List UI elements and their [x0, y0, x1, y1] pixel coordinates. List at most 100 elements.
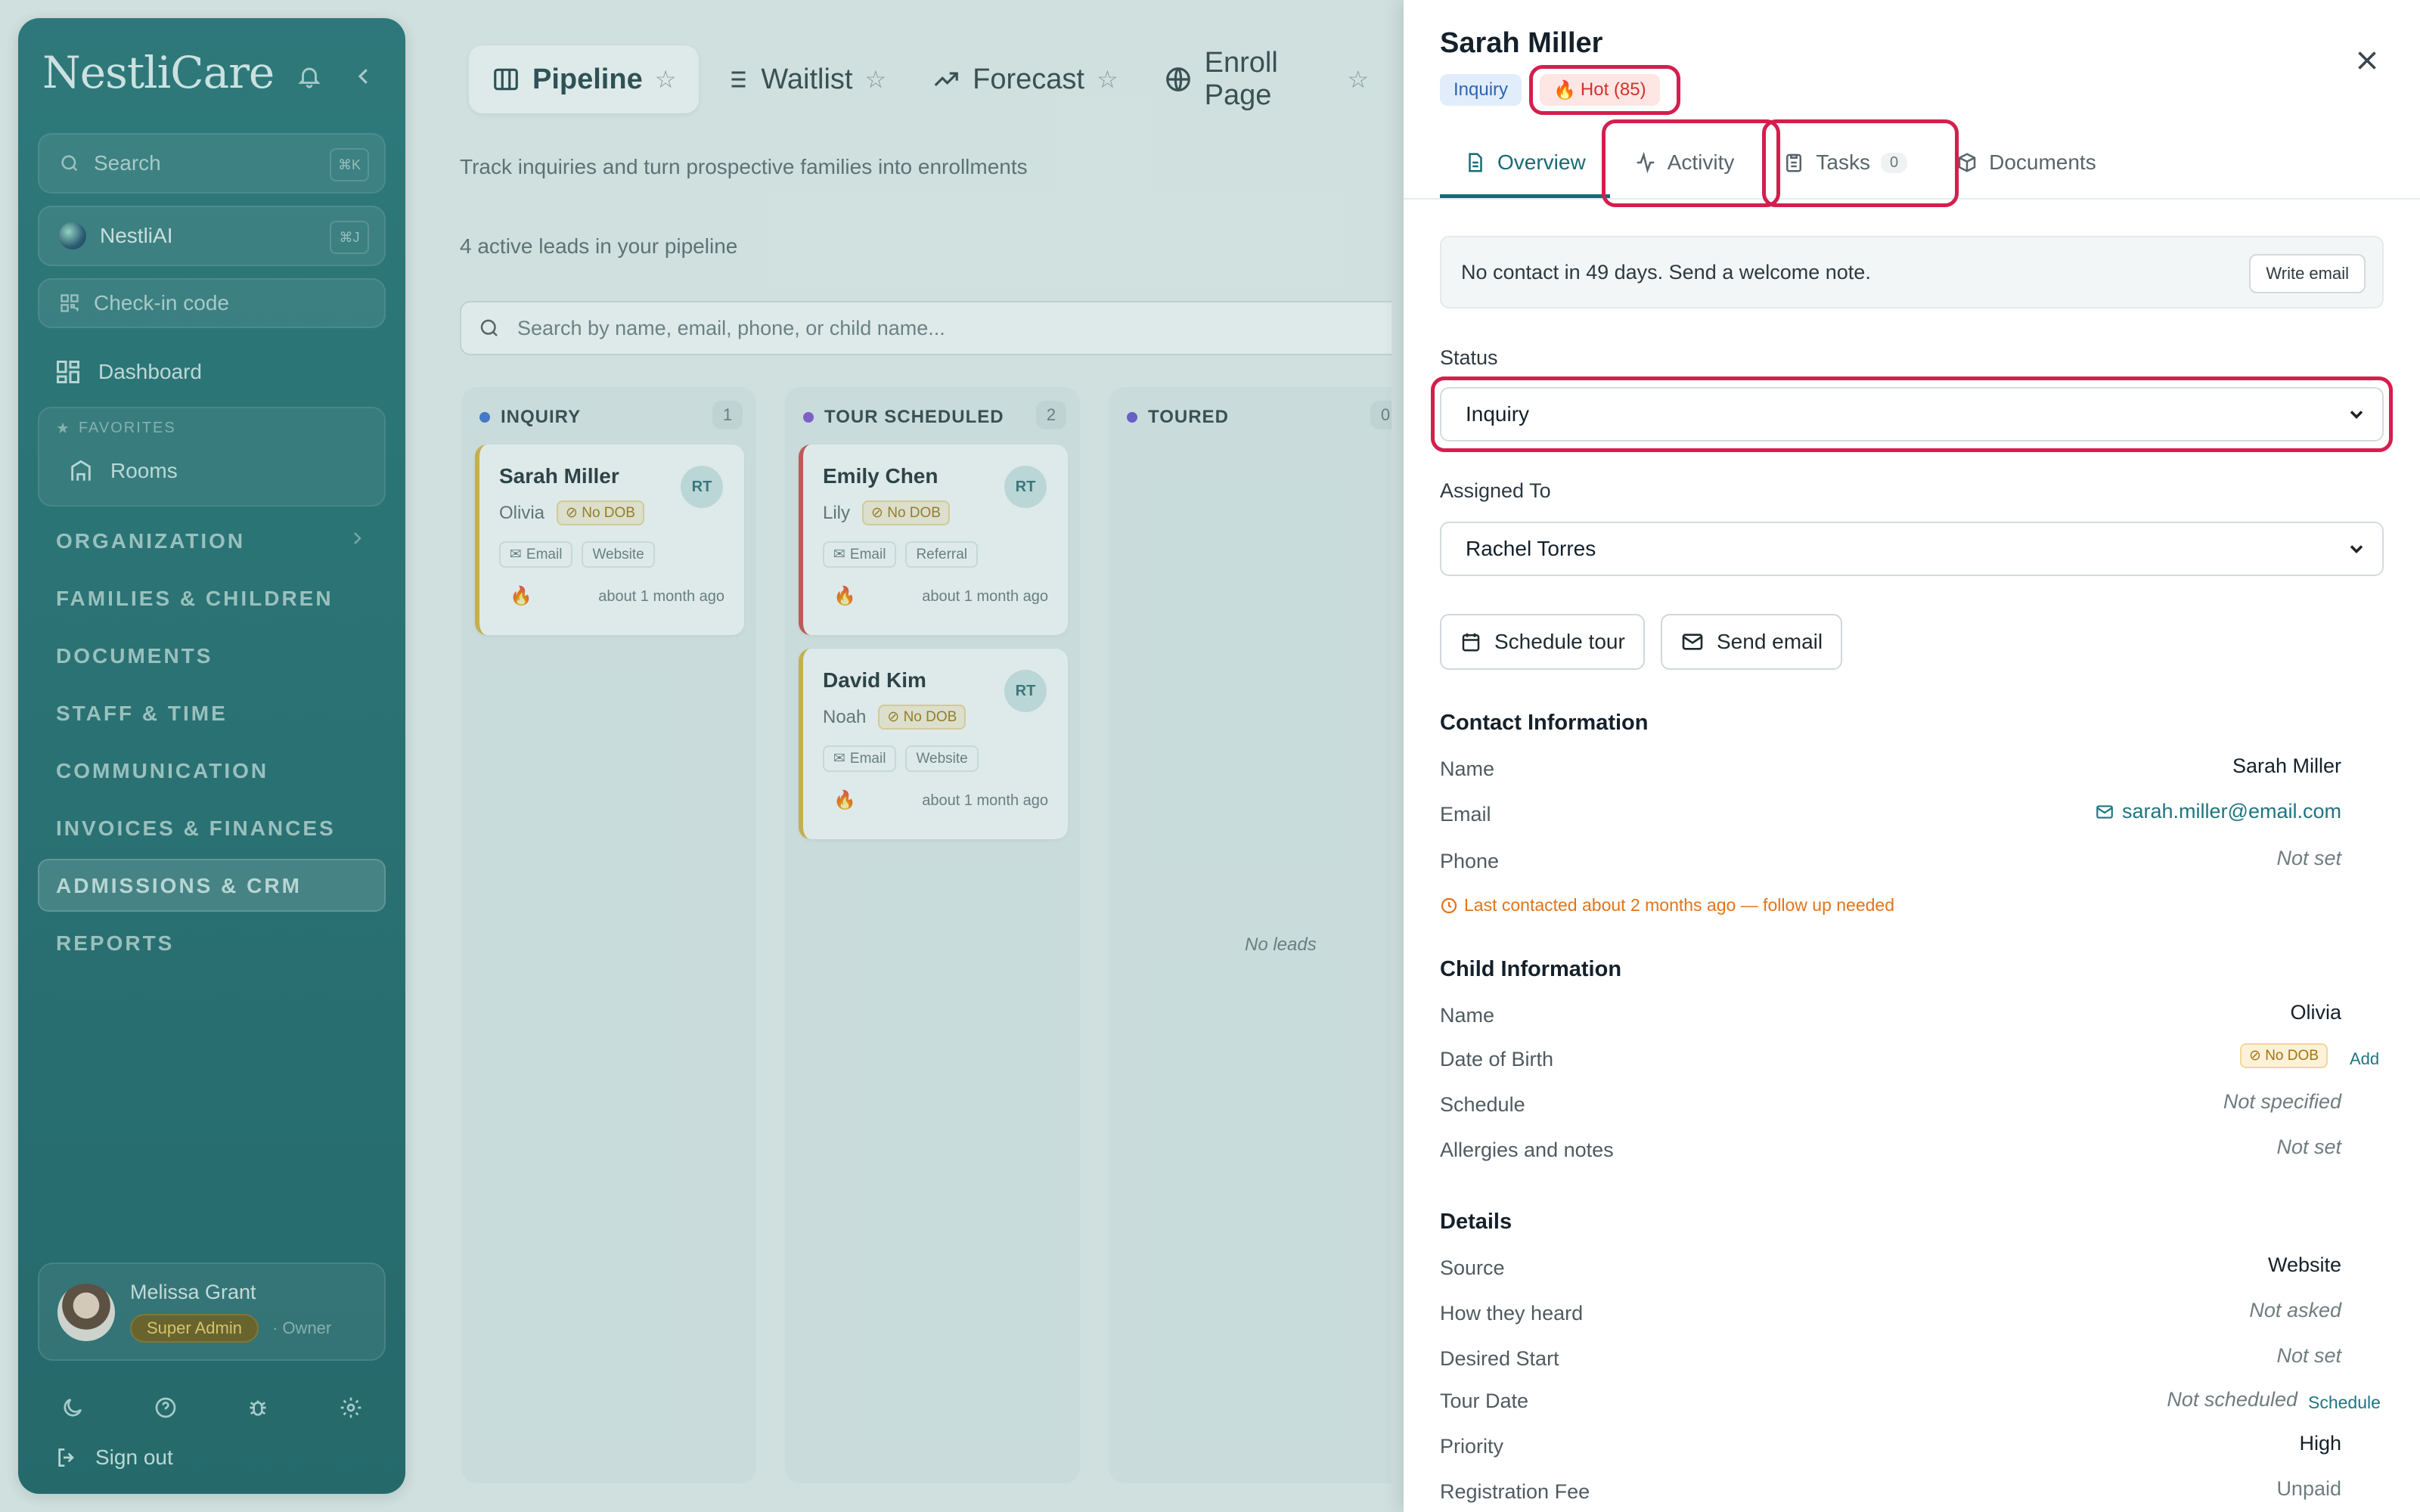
column-title: TOUR SCHEDULED	[824, 407, 1004, 427]
checkin-code-button[interactable]: Check-in code	[38, 278, 386, 328]
sidebar-section-admissions[interactable]: ADMISSIONS & CRM	[56, 874, 302, 898]
main-content: Pipeline ☆ Waitlist ☆ Forecast ☆ Enroll …	[424, 0, 1392, 1512]
contact-phone-key: Phone	[1440, 850, 1500, 872]
calendar-off-icon: ⊘	[2249, 1048, 2266, 1064]
fire-icon: 🔥	[1553, 79, 1576, 101]
tab-enroll-page[interactable]: Enroll Page ☆	[1141, 45, 1392, 113]
empty-column-text: No leads	[1245, 934, 1317, 955]
star-outline-icon[interactable]: ☆	[864, 65, 886, 94]
moon-icon[interactable]	[60, 1396, 85, 1420]
lead-search-input[interactable]: Search by name, email, phone, or child n…	[460, 301, 1392, 355]
sidebar-section-invoices[interactable]: INVOICES & FINANCES	[56, 816, 336, 841]
fire-icon: 🔥	[833, 790, 856, 810]
package-icon	[1956, 151, 1978, 174]
calendar-off-icon: ⊘	[871, 505, 888, 521]
assigned-label: Assigned To	[1440, 479, 1551, 502]
lead-card-david[interactable]: David Kim Noah ⊘ No DOB ✉ Email Website RT …	[799, 649, 1068, 839]
column-count: 2	[1036, 401, 1066, 429]
assigned-select[interactable]: Rachel Torres	[1440, 522, 2384, 576]
tag-email: ✉ Email	[823, 541, 897, 568]
contact-email-link[interactable]: sarah.miller@email.com	[2095, 800, 2341, 823]
add-dob-link[interactable]: Add	[2350, 1049, 2379, 1069]
calendar-off-icon: ⊘	[566, 505, 582, 521]
sidebar-item-dashboard[interactable]: Dashboard	[54, 358, 202, 386]
status-select[interactable]: Inquiry	[1440, 387, 2384, 442]
sidebar-item-rooms[interactable]: Rooms	[68, 458, 178, 484]
gear-icon[interactable]	[339, 1396, 363, 1420]
list-icon	[721, 66, 749, 93]
child-name: Lily	[823, 502, 851, 523]
send-email-label: Send email	[1717, 630, 1823, 653]
schedule-tour-link[interactable]: Schedule	[2308, 1393, 2381, 1413]
lead-name: Emily Chen	[823, 464, 939, 488]
tab-pipeline[interactable]: Pipeline ☆	[469, 45, 700, 113]
user-name: Melissa Grant	[130, 1281, 256, 1303]
tab-overview-label: Overview	[1497, 150, 1586, 174]
no-dob-badge: ⊘ No DOB	[2240, 1043, 2328, 1068]
child-name: Noah	[823, 706, 867, 727]
lead-card-sarah[interactable]: Sarah Miller Olivia ⊘ No DOB ✉ Email Websit…	[475, 445, 744, 635]
tab-activity-label: Activity	[1667, 150, 1735, 174]
schedule-tour-label: Schedule tour	[1494, 630, 1625, 653]
sidebar-search[interactable]: Search ⌘K	[38, 133, 386, 194]
chevron-right-icon[interactable]	[348, 529, 366, 547]
star-outline-icon[interactable]: ☆	[655, 65, 677, 94]
sidebar-section-organization[interactable]: ORGANIZATION	[56, 529, 245, 553]
column-tour-scheduled: TOUR SCHEDULED 2 Emily Chen Lily ⊘ No DOB…	[785, 387, 1080, 1483]
tab-pipeline-label: Pipeline	[532, 63, 643, 95]
close-icon[interactable]	[2353, 47, 2381, 74]
sign-out-button[interactable]: Sign out	[54, 1445, 173, 1470]
sidebar-section-staff[interactable]: STAFF & TIME	[56, 702, 228, 726]
tab-documents[interactable]: Documents	[1931, 127, 2121, 198]
tab-tasks[interactable]: Tasks 0	[1758, 127, 1931, 198]
tab-forecast[interactable]: Forecast ☆	[909, 45, 1141, 113]
child-name-value: Olivia	[2290, 1001, 2341, 1024]
sidebar-section-documents[interactable]: DOCUMENTS	[56, 644, 213, 668]
help-icon[interactable]	[154, 1396, 178, 1420]
sidebar-section-families[interactable]: FAMILIES & CHILDREN	[56, 587, 334, 611]
search-shortcut: ⌘K	[330, 148, 369, 181]
send-email-button[interactable]: Send email	[1661, 614, 1843, 670]
favorites-group: ★ FAVORITES Rooms	[38, 407, 386, 507]
sidebar-search-label: Search	[94, 151, 161, 175]
tag-email-label: Email	[526, 546, 563, 562]
user-profile[interactable]: Melissa Grant Super Admin · Owner	[38, 1263, 386, 1361]
tag-source: Website	[905, 745, 979, 772]
assigned-select-value: Rachel Torres	[1466, 537, 1596, 560]
bell-icon[interactable]	[296, 64, 322, 89]
write-email-button[interactable]: Write email	[2249, 254, 2366, 293]
tab-waitlist[interactable]: Waitlist ☆	[699, 45, 909, 113]
sidebar-section-reports[interactable]: REPORTS	[56, 931, 174, 956]
child-name: Olivia	[499, 502, 545, 523]
lead-name: Sarah Miller	[499, 464, 619, 488]
lead-count: 4 active leads in your pipeline	[460, 234, 738, 258]
details-section-title: Details	[1440, 1210, 1512, 1234]
sidebar-section-communication[interactable]: COMMUNICATION	[56, 759, 268, 783]
tab-overview[interactable]: Overview	[1440, 127, 1610, 198]
tabs-divider	[1404, 198, 2420, 200]
calendar-icon	[1460, 631, 1482, 653]
bug-icon[interactable]	[246, 1396, 270, 1420]
star-outline-icon[interactable]: ☆	[1097, 65, 1118, 94]
user-role-suffix: · Owner	[272, 1318, 332, 1337]
assignee-avatar: RT	[1004, 466, 1047, 508]
schedule-tour-button[interactable]: Schedule tour	[1440, 614, 1645, 670]
mail-icon: ✉	[510, 547, 522, 562]
hot-score-badge: 🔥 Hot (85)	[1540, 74, 1660, 106]
collapse-sidebar-icon[interactable]	[352, 65, 375, 88]
star-outline-icon[interactable]: ☆	[1347, 65, 1369, 94]
drawer-tabs: Overview Activity Tasks 0 Documents	[1440, 127, 2384, 198]
lead-card-emily[interactable]: Emily Chen Lily ⊘ No DOB ✉ Email Referral R…	[799, 445, 1068, 635]
dashboard-label: Dashboard	[98, 360, 202, 383]
no-dob-text: No DOB	[903, 709, 957, 725]
desired-start-value: Not set	[2276, 1344, 2341, 1367]
search-icon	[478, 317, 501, 339]
status-select-value: Inquiry	[1466, 402, 1530, 426]
tab-activity[interactable]: Activity	[1610, 127, 1759, 198]
page-subtitle: Track inquiries and turn prospective fam…	[460, 155, 1028, 178]
nestli-ai-button[interactable]: NestliAI ⌘J	[38, 206, 386, 266]
status-badge: Inquiry	[1440, 74, 1522, 106]
contact-notice: No contact in 49 days. Send a welcome no…	[1440, 236, 2384, 308]
column-count: 0	[1370, 401, 1392, 429]
child-schedule-value: Not specified	[2223, 1090, 2341, 1113]
